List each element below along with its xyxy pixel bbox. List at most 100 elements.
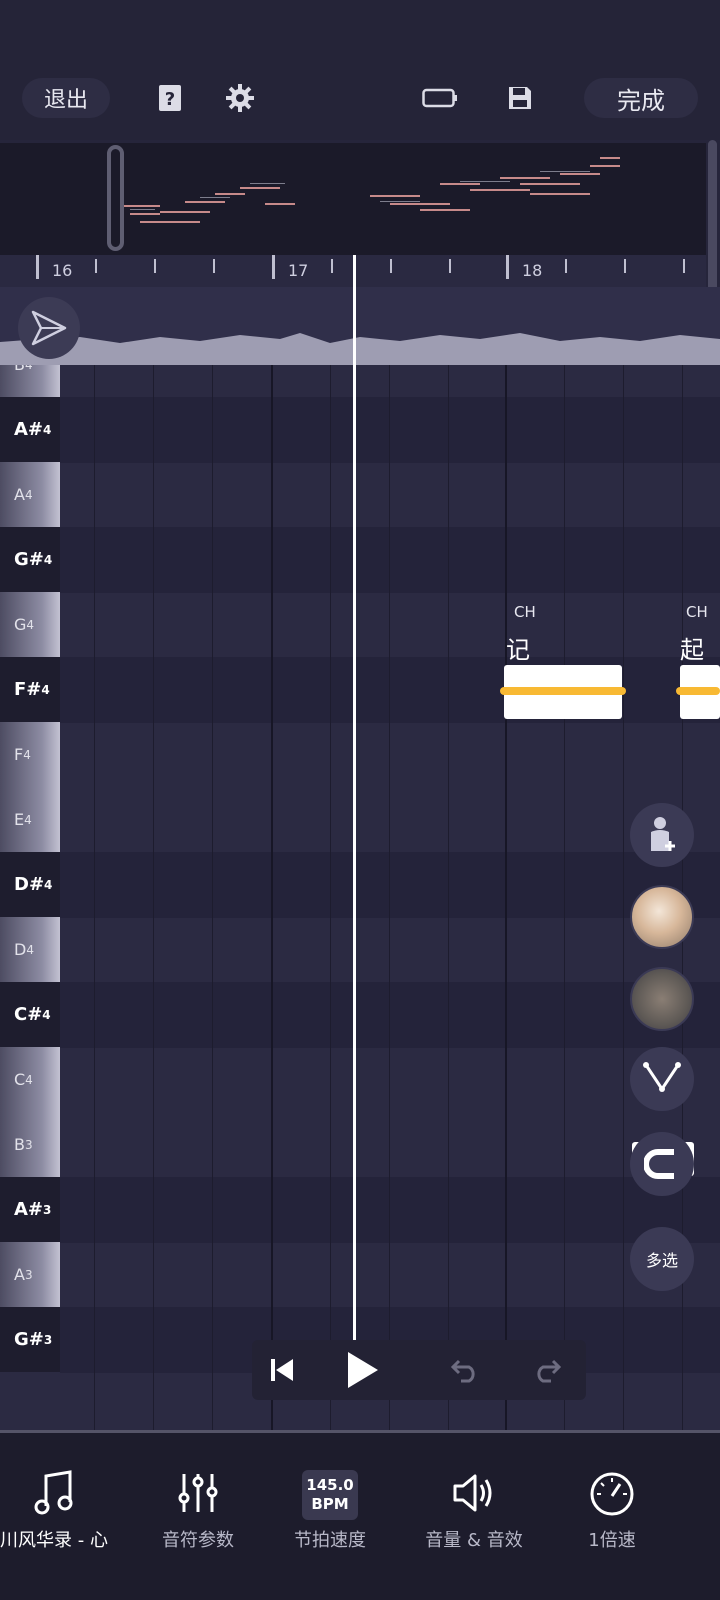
singer-avatar-1[interactable] [630, 885, 694, 949]
piano-key-note: E [14, 810, 25, 829]
tempo-button[interactable]: 145.0 BPM 节拍速度 [260, 1470, 400, 1552]
piano-roll-grid[interactable]: B4A#4A4G#4G4F#4F4E4D#4D4C#4C4B3A#3A3G#3 [0, 365, 720, 1433]
piano-key-octave: 3 [24, 1137, 33, 1152]
volume-effects-label: 音量 & 音效 [425, 1530, 523, 1551]
piano-key[interactable]: G# 4 [0, 527, 60, 592]
save-icon[interactable] [500, 78, 540, 118]
piano-key-note: D [14, 940, 27, 959]
beat-line [94, 365, 95, 1433]
waveform [0, 333, 720, 370]
piano-key[interactable]: B3 [0, 1112, 60, 1177]
volume-effects-button[interactable]: 音量 & 音效 [404, 1470, 544, 1552]
note-pitch-line [676, 687, 720, 695]
piano-key-octave: 3 [43, 1332, 53, 1347]
piano-key[interactable]: G# 3 [0, 1307, 60, 1372]
grid-row[interactable] [60, 1242, 720, 1308]
skip-to-start-button[interactable] [258, 1346, 306, 1394]
note-pitch-line [500, 687, 626, 695]
grid-row[interactable] [60, 722, 720, 788]
curve-tool-button[interactable] [630, 1047, 694, 1111]
top-toolbar [0, 0, 720, 140]
piano-key[interactable]: F# 4 [0, 657, 60, 722]
piano-key-octave: 3 [43, 1202, 52, 1217]
piano-key[interactable]: A# 3 [0, 1177, 60, 1242]
beat-line [623, 365, 624, 1433]
bpm-unit: BPM [311, 1495, 349, 1513]
exit-button[interactable]: 退出 [22, 78, 110, 118]
piano-key[interactable]: F4 [0, 722, 60, 787]
play-icon [348, 1352, 378, 1388]
multi-select-button[interactable]: 多选 [630, 1227, 694, 1291]
piano-key[interactable]: E4 [0, 787, 60, 852]
beat-line [505, 365, 507, 1433]
grid-row[interactable] [60, 787, 720, 853]
piano-key[interactable]: A4 [0, 462, 60, 527]
note-lyric: 起 [680, 636, 704, 664]
piano-key-note: D# [14, 874, 45, 895]
grid-row[interactable] [60, 365, 720, 398]
grid-row[interactable] [60, 917, 720, 983]
beat-line [330, 365, 331, 1433]
redo-button[interactable] [522, 1346, 570, 1394]
done-button[interactable]: 完成 [584, 78, 698, 118]
help-icon[interactable]: ? [150, 78, 190, 118]
sliders-icon [178, 1474, 218, 1512]
song-overview-minimap[interactable] [0, 143, 706, 255]
undo-button[interactable] [442, 1346, 490, 1394]
piano-key-octave: 4 [23, 747, 31, 762]
overview-viewport-handle[interactable] [107, 145, 124, 251]
beat-line [389, 365, 390, 1433]
piano-key[interactable]: C4 [0, 1047, 60, 1112]
piano-key[interactable]: C# 4 [0, 982, 60, 1047]
piano-key-note: B [14, 365, 25, 374]
paper-plane-icon [31, 310, 67, 346]
settings-gear-icon[interactable] [220, 78, 260, 118]
piano-key[interactable]: D# 4 [0, 852, 60, 917]
song-select-button[interactable]: 川风华录 - 心 [0, 1470, 124, 1552]
piano-key-octave: 4 [44, 877, 53, 892]
piano-key-octave: 4 [26, 617, 35, 632]
piano-key[interactable]: A# 4 [0, 397, 60, 462]
piano-key-note: G# [14, 1329, 44, 1350]
snap-magnet-button[interactable] [630, 1132, 694, 1196]
play-button[interactable] [338, 1346, 386, 1394]
piano-key-octave: 4 [42, 1007, 51, 1022]
piano-key-octave: 4 [41, 682, 50, 697]
bpm-display: 145.0 BPM [302, 1470, 358, 1520]
battery-icon[interactable] [420, 78, 460, 118]
add-singer-button[interactable] [630, 803, 694, 867]
piano-key-octave: 4 [43, 552, 53, 567]
grid-row[interactable] [60, 1047, 720, 1113]
piano-key-note: B [14, 1135, 25, 1154]
piano-key-note: C [14, 1070, 26, 1089]
undo-icon [451, 1359, 475, 1383]
grid-row[interactable] [60, 527, 720, 593]
grid-row[interactable] [60, 982, 720, 1048]
speed-label: 1倍速 [588, 1530, 636, 1551]
note-tag: CH [512, 603, 538, 621]
grid-row[interactable] [60, 462, 720, 528]
grid-row[interactable] [60, 852, 720, 918]
piano-key-octave: 3 [24, 1267, 33, 1282]
grid-row[interactable] [60, 1177, 720, 1243]
add-person-icon [651, 817, 675, 851]
singer-avatar-2[interactable] [630, 967, 694, 1031]
note-tag: CH [684, 603, 710, 621]
grid-row[interactable] [60, 1112, 720, 1178]
beat-line [564, 365, 565, 1433]
playback-speed-button[interactable]: 1倍速 [542, 1470, 682, 1552]
piano-key-octave: 4 [24, 812, 32, 827]
grid-row[interactable] [60, 592, 720, 658]
piano-key-note: F# [14, 679, 42, 700]
pitch-tool-button[interactable] [18, 297, 80, 359]
redo-icon [537, 1359, 561, 1383]
piano-key[interactable]: A3 [0, 1242, 60, 1307]
piano-key[interactable]: D4 [0, 917, 60, 982]
piano-key-octave: 4 [24, 487, 33, 502]
grid-row[interactable] [60, 397, 720, 463]
playhead[interactable] [353, 255, 356, 1395]
note-params-button[interactable]: 音符参数 [128, 1470, 268, 1552]
piano-key[interactable]: G4 [0, 592, 60, 657]
piano-key[interactable]: B4 [0, 365, 60, 397]
beat-line [448, 365, 449, 1433]
